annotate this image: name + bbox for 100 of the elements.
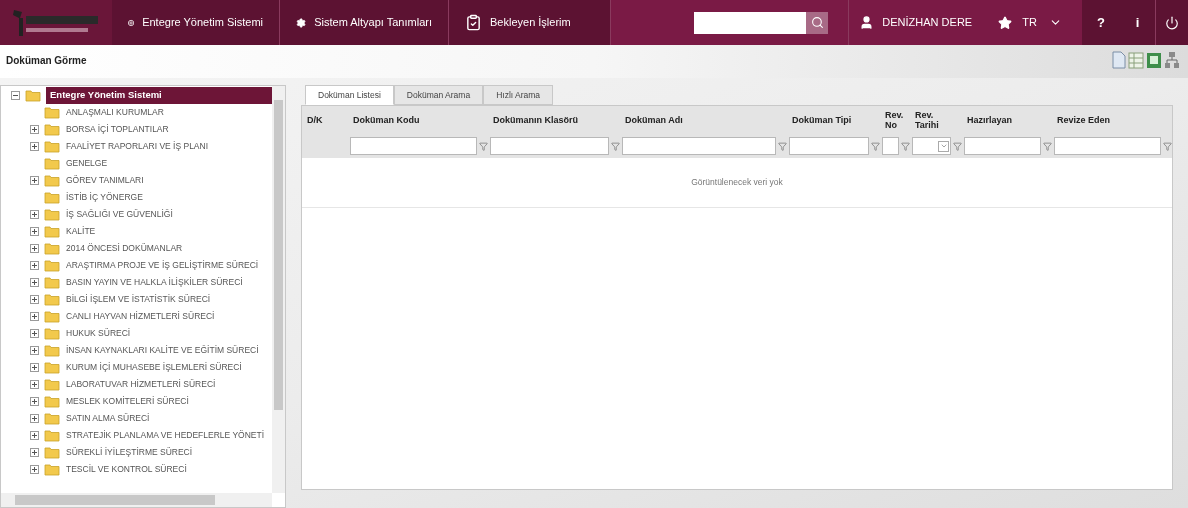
nav-button[interactable]: Bekleyen İşlerim: [449, 0, 611, 45]
tree-item[interactable]: SÜREKLİ İYİLEŞTİRME SÜRECİ: [65, 446, 194, 459]
folder-icon: [44, 361, 60, 374]
column-header[interactable]: Doküman Adı: [625, 115, 683, 125]
column-header[interactable]: Revize Eden: [1057, 115, 1111, 125]
language-selector[interactable]: TR: [1022, 0, 1062, 45]
tab[interactable]: Doküman Listesi: [305, 85, 394, 105]
tree-item[interactable]: LABORATUVAR HİZMETLERİ SÜRECİ: [65, 378, 217, 391]
filter-field[interactable]: [882, 137, 899, 155]
folder-icon: [44, 191, 60, 204]
column-header[interactable]: Hazırlayan: [967, 115, 1013, 125]
column-header[interactable]: Rev. Tarihi: [915, 110, 957, 130]
help-button[interactable]: ?: [1082, 0, 1120, 45]
tree-item[interactable]: FAALİYET RAPORLARI VE İŞ PLANI: [65, 140, 210, 153]
tree-item[interactable]: HUKUK SÜRECİ: [65, 327, 132, 340]
collapse-toggle[interactable]: [11, 91, 20, 100]
folder-icon: [44, 174, 60, 187]
expand-toggle[interactable]: [30, 244, 39, 253]
expand-toggle[interactable]: [30, 380, 39, 389]
expand-toggle[interactable]: [30, 363, 39, 372]
folder-icon: [44, 293, 60, 306]
expand-toggle[interactable]: [30, 465, 39, 474]
tab[interactable]: Hızlı Arama: [483, 85, 554, 105]
tree-item[interactable]: İŞ SAĞLIĞI VE GÜVENLİĞİ: [65, 208, 174, 221]
column-header[interactable]: Rev. No: [885, 110, 905, 130]
folder-icon: [44, 446, 60, 459]
expand-toggle[interactable]: [30, 261, 39, 270]
tree-item[interactable]: MESLEK KOMİTELERİ SÜRECİ: [65, 395, 190, 408]
column-header[interactable]: Doküman Tipi: [792, 115, 852, 125]
expand-toggle[interactable]: [30, 210, 39, 219]
star-icon[interactable]: [998, 15, 1013, 30]
folder-icon: [44, 395, 60, 408]
tree-item[interactable]: SATIN ALMA SÜRECİ: [65, 412, 151, 425]
vertical-scrollbar[interactable]: [272, 86, 285, 493]
tab[interactable]: Doküman Arama: [393, 85, 484, 105]
folder-icon: [44, 378, 60, 391]
folder-icon: [25, 89, 41, 102]
expand-toggle[interactable]: [30, 142, 39, 151]
folder-icon: [44, 208, 60, 221]
clipboard-icon: [465, 14, 482, 31]
expand-toggle[interactable]: [30, 176, 39, 185]
user-name[interactable]: DENİZHAN DERE: [882, 14, 973, 31]
folder-icon: [44, 327, 60, 340]
tree-item[interactable]: TESCİL VE KONTROL SÜRECİ: [65, 463, 188, 476]
tree-item[interactable]: GÖREV TANIMLARI: [65, 174, 145, 187]
filter-field[interactable]: [490, 137, 609, 155]
page-title: Doküman Görme: [5, 54, 87, 68]
expand-toggle[interactable]: [30, 397, 39, 406]
expand-toggle[interactable]: [30, 431, 39, 440]
tree-item[interactable]: 2014 ÖNCESİ DOKÜMANLAR: [65, 242, 184, 255]
expand-toggle[interactable]: [30, 329, 39, 338]
column-header[interactable]: Doküman Kodu: [353, 115, 420, 125]
tree-item[interactable]: CANLI HAYVAN HİZMETLERİ SÜRECİ: [65, 310, 216, 323]
folder-icon: [44, 123, 60, 136]
folder-icon: [44, 106, 60, 119]
folder-icon: [44, 157, 60, 170]
filter-field[interactable]: [622, 137, 776, 155]
expand-toggle[interactable]: [30, 227, 39, 236]
tree-item[interactable]: BASIN YAYIN VE HALKLA İLİŞKİLER SÜRECİ: [65, 276, 244, 289]
search-field[interactable]: [694, 11, 807, 34]
folder-icon: [44, 242, 60, 255]
expand-toggle[interactable]: [30, 346, 39, 355]
nav-button[interactable]: Entegre Yönetim Sistemi: [112, 0, 280, 45]
tree-item[interactable]: ARAŞTIRMA PROJE VE İŞ GELİŞTİRME SÜRECİ: [65, 259, 260, 272]
tree-item[interactable]: BİLGİ İŞLEM VE İSTATİSTİK SÜRECİ: [65, 293, 212, 306]
filter-field[interactable]: [350, 137, 477, 155]
folder-icon: [44, 344, 60, 357]
tree-item[interactable]: STRATEJİK PLANLAMA VE HEDEFLERLE YÖNETİ: [65, 429, 266, 442]
column-header[interactable]: D/K: [307, 115, 323, 125]
tree-item[interactable]: KURUM İÇİ MUHASEBE İŞLEMLERİ SÜRECİ: [65, 361, 243, 374]
tree-item[interactable]: BORSA İÇİ TOPLANTILAR: [65, 123, 170, 136]
chevron-icon: [939, 142, 948, 150]
expand-toggle[interactable]: [30, 448, 39, 457]
folder-icon: [44, 276, 60, 289]
tree-item[interactable]: İNSAN KAYNAKLARI KALİTE VE EĞİTİM SÜRECİ: [65, 344, 260, 357]
horizontal-scrollbar[interactable]: [1, 493, 272, 507]
tree-item[interactable]: GENELGE: [65, 157, 109, 170]
folder-icon: [44, 429, 60, 442]
tree-item[interactable]: İSTİB İÇ YÖNERGE: [65, 191, 144, 204]
tree-item[interactable]: KALİTE: [65, 225, 97, 238]
tree-item[interactable]: ANLAŞMALI KURUMLAR: [65, 106, 165, 119]
expand-toggle[interactable]: [30, 125, 39, 134]
folder-icon: [44, 310, 60, 323]
folder-icon: [44, 259, 60, 272]
network-icon[interactable]: [1164, 51, 1180, 69]
expand-toggle[interactable]: [30, 295, 39, 304]
nav-button[interactable]: Sistem Altyapı Tanımları: [280, 0, 449, 45]
filter-field[interactable]: [964, 137, 1041, 155]
expand-toggle[interactable]: [30, 414, 39, 423]
expand-toggle[interactable]: [30, 312, 39, 321]
search-button[interactable]: [806, 11, 829, 34]
folder-icon: [44, 463, 60, 476]
folder-icon: [44, 412, 60, 425]
filter-field[interactable]: [789, 137, 869, 155]
filter-field[interactable]: [1054, 137, 1161, 155]
folder-icon: [44, 225, 60, 238]
column-header[interactable]: Dokümanın Klasörü: [493, 115, 578, 125]
user-icon: [859, 15, 875, 30]
search-icon: [810, 16, 824, 29]
expand-toggle[interactable]: [30, 278, 39, 287]
